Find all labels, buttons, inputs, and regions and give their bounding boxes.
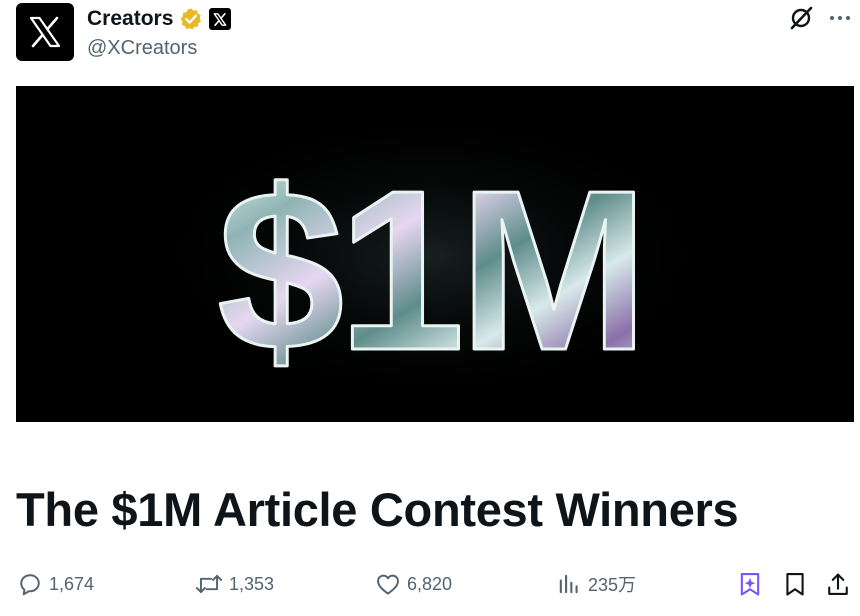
post-header: Creators @XCreators bbox=[16, 3, 852, 65]
reply-icon bbox=[20, 574, 40, 596]
cover-image-graphic: $1M bbox=[141, 106, 721, 406]
bookmark-icon bbox=[786, 573, 804, 596]
like-button[interactable]: 6,820 bbox=[374, 568, 452, 600]
avatar[interactable] bbox=[16, 3, 74, 61]
share-button[interactable] bbox=[824, 568, 852, 600]
views-button[interactable]: 235万 bbox=[555, 568, 636, 600]
x-logo-icon bbox=[213, 12, 227, 26]
reply-button[interactable]: 1,674 bbox=[16, 568, 94, 600]
header-actions bbox=[788, 5, 852, 31]
views-icon bbox=[559, 574, 578, 594]
article-cover-image[interactable]: $1M bbox=[16, 86, 854, 422]
user-handle[interactable]: @XCreators bbox=[87, 36, 197, 60]
repost-icon bbox=[195, 574, 223, 594]
article-title[interactable]: The $1M Article Contest Winners bbox=[16, 478, 739, 542]
like-count: 6,820 bbox=[407, 573, 453, 594]
x-logo-icon bbox=[29, 16, 61, 48]
verified-badge-icon bbox=[180, 8, 202, 30]
cover-text: $1M bbox=[217, 144, 643, 398]
grok-icon bbox=[790, 6, 813, 30]
grok-button[interactable] bbox=[788, 5, 814, 31]
more-icon bbox=[830, 16, 850, 20]
name-row: Creators bbox=[87, 7, 232, 31]
repost-button[interactable]: 1,353 bbox=[194, 568, 274, 600]
repost-count: 1,353 bbox=[229, 573, 275, 594]
grok-summary-button[interactable] bbox=[736, 568, 764, 600]
share-icon bbox=[828, 573, 848, 595]
affiliate-badge[interactable] bbox=[209, 8, 232, 30]
display-name[interactable]: Creators bbox=[87, 7, 173, 31]
like-icon bbox=[377, 574, 399, 595]
grok-summary-icon bbox=[740, 573, 760, 596]
reply-count: 1,674 bbox=[49, 573, 95, 594]
engagement-bar: 1,674 1,353 6,820 235万 bbox=[16, 568, 852, 600]
view-count: 235万 bbox=[588, 575, 637, 595]
bookmark-button[interactable] bbox=[781, 568, 809, 600]
more-button[interactable] bbox=[828, 6, 852, 30]
